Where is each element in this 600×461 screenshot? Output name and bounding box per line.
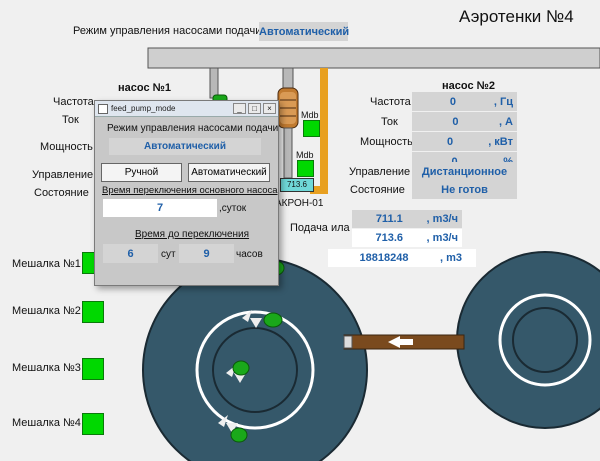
flow-label: Подача ила (290, 222, 350, 234)
pump2-control-text: Дистанционное (421, 165, 508, 178)
auto-button[interactable]: Автоматический (188, 163, 270, 182)
pump1-current-label: Ток (62, 114, 79, 126)
mdb1-indicator[interactable] (303, 120, 320, 137)
mdb1-label: Mdb (301, 110, 319, 120)
pump2-control-label: Управление (349, 166, 411, 178)
pipe-flange-icon (343, 335, 353, 349)
maximize-icon[interactable]: □ (248, 103, 261, 114)
page-title: Аэротенки №4 (459, 7, 574, 26)
days-value-box: 6 (103, 244, 158, 263)
filter-equipment-icon (277, 87, 299, 179)
header-pipe (147, 47, 600, 69)
pump2-freq-value: 0 , Гц (412, 92, 517, 111)
pump2-freq-unit: , Гц (493, 95, 513, 108)
remaining-label: Время до переключения (135, 229, 250, 240)
akron-label: АКРОН-01 (275, 198, 324, 209)
switch-time-value: 7 (156, 202, 164, 214)
mode-value-text: Автоматический (259, 25, 350, 38)
hours-unit: часов (236, 249, 263, 260)
mixer4-button[interactable] (82, 413, 104, 435)
switch-time-input[interactable]: 7 (103, 199, 217, 217)
dialog-title: feed_pump_mode (111, 104, 176, 113)
dialog-mode-heading: Режим управления насосами подачи (107, 123, 279, 134)
mixer2-label: Мешалка №2 (12, 305, 81, 317)
flow-total-number: 18818248 (359, 252, 409, 264)
flow-arrow-tail (399, 339, 413, 345)
mode-label: Режим управления насосами подачи (73, 25, 262, 37)
flow-value1-number: 711.1 (375, 213, 403, 225)
mdb2-label: Mdb (296, 150, 314, 160)
switch-time-label: Время переключения основного насоса (102, 185, 278, 196)
pump2-state-value: Не готов (412, 180, 517, 199)
close-icon[interactable]: × (263, 103, 276, 114)
dialog-titlebar[interactable]: feed_pump_mode _ □ × (95, 101, 278, 117)
switch-time-unit: ,суток (219, 203, 247, 214)
mode-value[interactable]: Автоматический (259, 22, 350, 41)
pump1-power-label: Мощность (40, 141, 93, 153)
dialog-mode-value: Автоматический (109, 138, 261, 155)
pump2-power-number: 0 (447, 135, 454, 148)
pump1-freq-label: Частота (53, 96, 94, 108)
mixer1-label: Мешалка №1 (12, 258, 81, 270)
flow-value2-number: 713.6 (375, 232, 404, 244)
hours-value: 9 (203, 247, 210, 260)
pump2-control-value[interactable]: Дистанционное (412, 162, 517, 181)
mdb2-indicator[interactable] (297, 160, 314, 177)
flow-total-unit: , m3 (439, 252, 462, 264)
mixer3-label: Мешалка №3 (12, 362, 81, 374)
tank-right-core (512, 307, 578, 373)
flow-total: 18818248 , m3 (328, 249, 476, 267)
flow-value1-unit: , m3/ч (426, 213, 458, 225)
flow-value2: 713.6 , m3/ч (352, 229, 462, 247)
dialog-mode-text: Автоматический (144, 141, 226, 152)
pump1-state-label: Состояние (34, 187, 89, 199)
pump2-power-value: 0 , кВт (412, 132, 517, 151)
feed-pump-mode-dialog: feed_pump_mode _ □ × Режим управления на… (94, 100, 279, 286)
pipe-vertical-2 (282, 67, 294, 91)
pump2-state-text: Не готов (441, 183, 488, 196)
pump2-power-unit: , кВт (488, 135, 513, 148)
hours-value-box: 9 (179, 244, 234, 263)
mixer2-button[interactable] (82, 301, 104, 323)
mixer4-label: Мешалка №4 (12, 417, 81, 429)
pump2-power-label: Мощность (360, 136, 413, 148)
pipe-vertical-1 (209, 67, 219, 99)
tank-left-core (212, 327, 298, 413)
pump2-current-value: 0 , А (412, 112, 517, 131)
dialog-body: Режим управления насосами подачи Автомат… (99, 117, 278, 281)
window-icon (98, 103, 108, 114)
flow-value2-unit: , m3/ч (426, 232, 458, 244)
pump2-title: насос №2 (442, 80, 496, 92)
pump2-state-label: Состояние (350, 184, 405, 196)
days-unit: сут (161, 249, 176, 260)
manual-button[interactable]: Ручной (101, 163, 182, 182)
pump2-freq-label: Частота (370, 96, 411, 108)
pump2-current-unit: , А (498, 115, 513, 128)
days-value: 6 (127, 247, 134, 260)
mixer3-button[interactable] (82, 358, 104, 380)
flowmeter-display: 713.6 (280, 178, 314, 192)
flow-value1: 711.1 , m3/ч (352, 210, 462, 228)
pump1-control-label: Управление (32, 169, 94, 181)
pump1-title: насос №1 (118, 82, 172, 94)
pump2-current-number: 0 (452, 115, 459, 128)
pump2-freq-number: 0 (449, 95, 456, 108)
pump2-current-label: Ток (381, 116, 398, 128)
minimize-icon[interactable]: _ (233, 103, 246, 114)
